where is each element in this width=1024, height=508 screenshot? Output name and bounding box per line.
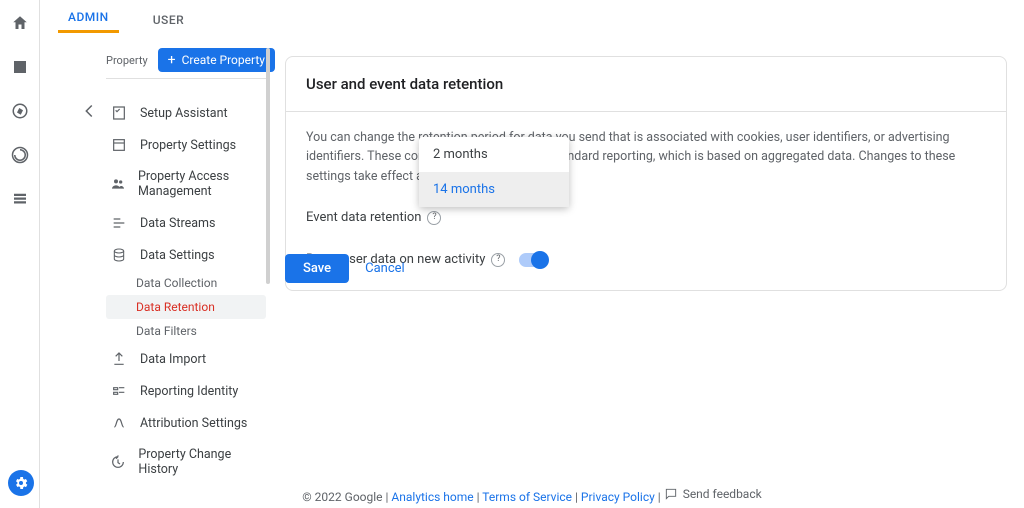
sidenav-scrollbar[interactable] — [266, 48, 270, 284]
admin-user-tabs: ADMIN USER — [58, 0, 194, 34]
configure-icon[interactable] — [11, 190, 29, 212]
help-icon[interactable]: ? — [491, 253, 505, 267]
sidenav-data-collection[interactable]: Data Collection — [106, 271, 266, 295]
footer-privacy[interactable]: Privacy Policy — [581, 490, 655, 504]
feedback-icon — [664, 487, 678, 501]
sidenav-property-access[interactable]: Property Access Management — [106, 161, 266, 207]
event-retention-label: Event data retention — [306, 208, 421, 228]
property-sidenav: Setup Assistant Property Settings Proper… — [106, 78, 266, 478]
streams-icon — [110, 215, 128, 231]
create-property-button[interactable]: + Create Property — [158, 48, 275, 72]
sidenav-data-retention[interactable]: Data Retention — [106, 295, 266, 319]
footer-analytics-home[interactable]: Analytics home — [391, 490, 473, 504]
save-button[interactable]: Save — [285, 254, 349, 283]
cancel-button[interactable]: Cancel — [365, 261, 405, 276]
left-rail — [0, 0, 40, 508]
home-icon[interactable] — [11, 14, 29, 36]
tab-admin[interactable]: ADMIN — [58, 2, 119, 33]
explore-icon[interactable] — [11, 102, 29, 124]
reset-user-toggle[interactable] — [519, 253, 547, 267]
card-title: User and event data retention — [286, 57, 1006, 112]
dropdown-option-2-months[interactable]: 2 months — [419, 137, 569, 172]
sidenav-property-change-history[interactable]: Property Change History — [106, 439, 266, 478]
panel-icon — [110, 137, 128, 153]
tab-user[interactable]: USER — [143, 5, 194, 33]
admin-gear-button[interactable] — [8, 470, 34, 496]
property-subheader: Property + Create Property — [106, 48, 275, 72]
people-icon — [110, 176, 126, 192]
plus-icon: + — [168, 53, 176, 67]
reset-user-row: Reset user data on new activity ? — [306, 250, 986, 270]
sidenav-setup-assistant[interactable]: Setup Assistant — [106, 97, 266, 129]
event-retention-row: Event data retention ? — [306, 208, 986, 228]
back-button[interactable] — [78, 100, 100, 122]
history-icon — [110, 454, 126, 470]
help-icon[interactable]: ? — [427, 211, 441, 225]
property-label: Property — [106, 54, 148, 67]
footer-send-feedback[interactable]: Send feedback — [664, 487, 762, 501]
sidenav-data-import[interactable]: Data Import — [106, 343, 266, 375]
attribution-icon — [110, 415, 128, 431]
event-retention-dropdown[interactable]: 2 months 14 months — [419, 137, 569, 207]
checklist-icon — [110, 105, 128, 121]
identity-icon — [110, 383, 128, 399]
advertising-icon[interactable] — [11, 146, 29, 168]
dropdown-option-14-months[interactable]: 14 months — [419, 172, 569, 207]
sidenav-data-settings[interactable]: Data Settings — [106, 239, 266, 271]
sidenav-reporting-identity[interactable]: Reporting Identity — [106, 375, 266, 407]
sidenav-data-filters[interactable]: Data Filters — [106, 319, 266, 343]
create-property-label: Create Property — [182, 53, 265, 67]
action-row: Save Cancel — [285, 254, 405, 283]
sidenav-data-streams[interactable]: Data Streams — [106, 207, 266, 239]
database-icon — [110, 247, 128, 263]
sidenav-attribution-settings[interactable]: Attribution Settings — [106, 407, 266, 439]
page-footer: © 2022 Google | Analytics home | Terms o… — [40, 487, 1024, 504]
sidenav-property-settings[interactable]: Property Settings — [106, 129, 266, 161]
reports-icon[interactable] — [11, 58, 29, 80]
footer-copyright: © 2022 Google — [302, 490, 382, 504]
card-description: You can change the retention period for … — [306, 130, 955, 184]
upload-icon — [110, 351, 128, 367]
footer-terms[interactable]: Terms of Service — [482, 490, 572, 504]
